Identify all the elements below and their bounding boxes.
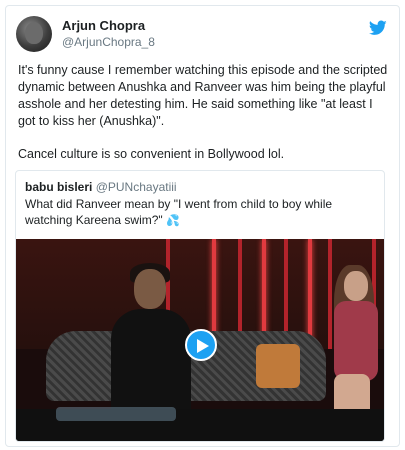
tweet-header: Arjun Chopra @ArjunChopra_8 [16,16,389,54]
person-left-head [134,269,166,309]
tweet-paragraph: It's funny cause I remember watching thi… [18,63,388,128]
person-left [111,309,191,419]
twitter-bird-icon[interactable] [369,20,387,36]
play-icon[interactable] [185,329,217,361]
quoted-author-handle[interactable]: @PUNchayatiii [96,180,177,194]
quoted-tweet-text: What did Ranveer mean by "I went from ch… [25,196,377,229]
avatar[interactable] [16,16,52,52]
cushion [256,344,300,388]
glass-table [56,407,176,421]
person-right-head [344,271,368,301]
quoted-tweet[interactable]: babu bisleri @PUNchayatiii What did Ranv… [15,170,385,442]
author-names: Arjun Chopra @ArjunChopra_8 [62,18,155,50]
person-right [334,301,378,381]
avatar-face [25,22,43,44]
quoted-tweet-header: babu bisleri @PUNchayatiii [25,179,177,195]
tweet-text: It's funny cause I remember watching thi… [18,62,388,163]
sweat-droplets-emoji: 💦 [166,215,180,227]
author-display-name[interactable]: Arjun Chopra [62,18,155,34]
quoted-author-name[interactable]: babu bisleri [25,180,92,194]
author-handle[interactable]: @ArjunChopra_8 [62,34,155,50]
tweet-paragraph: Cancel culture is so convenient in Bolly… [18,147,285,161]
video-thumbnail[interactable] [16,239,384,441]
